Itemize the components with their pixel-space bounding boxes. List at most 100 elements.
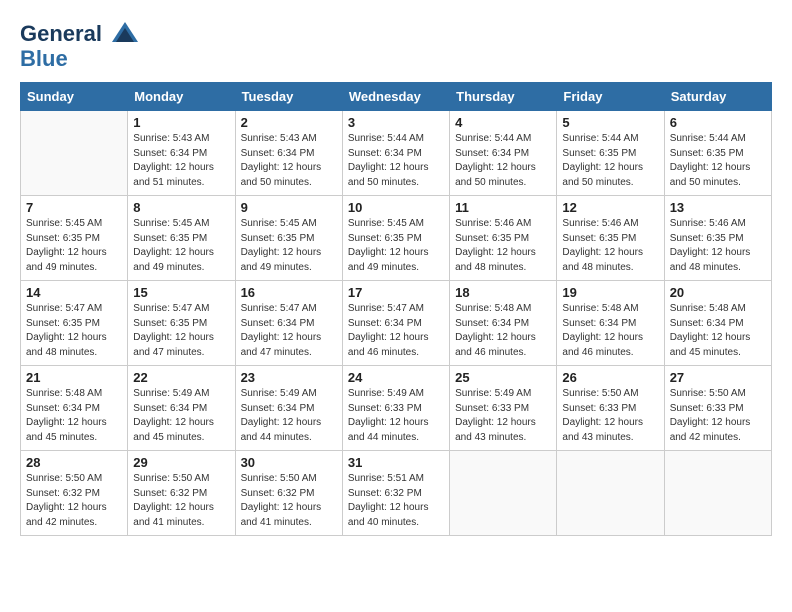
calendar-day-14: 14 Sunrise: 5:47 AM Sunset: 6:35 PM Dayli…: [21, 281, 128, 366]
day-number: 8: [133, 200, 229, 215]
weekday-header-wednesday: Wednesday: [342, 83, 449, 111]
week-row-3: 14 Sunrise: 5:47 AM Sunset: 6:35 PM Dayli…: [21, 281, 772, 366]
calendar-day-3: 3 Sunrise: 5:44 AM Sunset: 6:34 PM Daylig…: [342, 111, 449, 196]
day-number: 5: [562, 115, 658, 130]
day-info: Sunrise: 5:47 AM Sunset: 6:34 PM Dayligh…: [348, 302, 444, 360]
day-number: 3: [348, 115, 444, 130]
day-info: Sunrise: 5:46 AM Sunset: 6:35 PM Dayligh…: [670, 217, 766, 275]
day-number: 4: [455, 115, 551, 130]
calendar-day-31: 31Sunrise: 5:51 AM Sunset: 6:32 PM Dayli…: [342, 451, 449, 536]
day-number: 16: [241, 285, 337, 300]
day-number: 6: [670, 115, 766, 130]
day-info: Sunrise: 5:49 AM Sunset: 6:33 PM Dayligh…: [348, 387, 444, 445]
calendar-empty: [664, 451, 771, 536]
calendar-empty: [450, 451, 557, 536]
day-number: 14: [26, 285, 122, 300]
day-info: Sunrise: 5:49 AM Sunset: 6:34 PM Dayligh…: [133, 387, 229, 445]
weekday-header-monday: Monday: [128, 83, 235, 111]
day-number: 10: [348, 200, 444, 215]
day-number: 27: [670, 370, 766, 385]
day-number: 21: [26, 370, 122, 385]
calendar-day-17: 17 Sunrise: 5:47 AM Sunset: 6:34 PM Dayli…: [342, 281, 449, 366]
calendar-day-21: 21 Sunrise: 5:48 AM Sunset: 6:34 PM Dayli…: [21, 366, 128, 451]
calendar-day-4: 4 Sunrise: 5:44 AM Sunset: 6:34 PM Daylig…: [450, 111, 557, 196]
day-info: Sunrise: 5:44 AM Sunset: 6:35 PM Dayligh…: [562, 132, 658, 190]
calendar-day-16: 16 Sunrise: 5:47 AM Sunset: 6:34 PM Dayli…: [235, 281, 342, 366]
calendar-day-6: 6Sunrise: 5:44 AM Sunset: 6:35 PM Daylig…: [664, 111, 771, 196]
calendar-day-2: 2 Sunrise: 5:43 AM Sunset: 6:34 PM Daylig…: [235, 111, 342, 196]
week-row-4: 21 Sunrise: 5:48 AM Sunset: 6:34 PM Dayli…: [21, 366, 772, 451]
day-info: Sunrise: 5:47 AM Sunset: 6:35 PM Dayligh…: [133, 302, 229, 360]
day-info: Sunrise: 5:46 AM Sunset: 6:35 PM Dayligh…: [455, 217, 551, 275]
day-info: Sunrise: 5:45 AM Sunset: 6:35 PM Dayligh…: [241, 217, 337, 275]
day-number: 15: [133, 285, 229, 300]
calendar-day-13: 13 Sunrise: 5:46 AM Sunset: 6:35 PM Dayli…: [664, 196, 771, 281]
day-number: 1: [133, 115, 229, 130]
week-row-1: 1 Sunrise: 5:43 AM Sunset: 6:34 PM Daylig…: [21, 111, 772, 196]
calendar-day-9: 9 Sunrise: 5:45 AM Sunset: 6:35 PM Daylig…: [235, 196, 342, 281]
calendar-day-27: 27 Sunrise: 5:50 AM Sunset: 6:33 PM Dayli…: [664, 366, 771, 451]
calendar-day-24: 24 Sunrise: 5:49 AM Sunset: 6:33 PM Dayli…: [342, 366, 449, 451]
day-number: 18: [455, 285, 551, 300]
day-number: 23: [241, 370, 337, 385]
calendar-day-10: 10 Sunrise: 5:45 AM Sunset: 6:35 PM Dayli…: [342, 196, 449, 281]
day-info: Sunrise: 5:50 AM Sunset: 6:32 PM Dayligh…: [241, 472, 337, 530]
day-info: Sunrise: 5:48 AM Sunset: 6:34 PM Dayligh…: [26, 387, 122, 445]
day-number: 22: [133, 370, 229, 385]
calendar-table: SundayMondayTuesdayWednesdayThursdayFrid…: [20, 82, 772, 536]
calendar-day-1: 1 Sunrise: 5:43 AM Sunset: 6:34 PM Daylig…: [128, 111, 235, 196]
day-info: Sunrise: 5:45 AM Sunset: 6:35 PM Dayligh…: [348, 217, 444, 275]
day-number: 13: [670, 200, 766, 215]
calendar-day-23: 23Sunrise: 5:49 AM Sunset: 6:34 PM Dayli…: [235, 366, 342, 451]
day-info: Sunrise: 5:43 AM Sunset: 6:34 PM Dayligh…: [241, 132, 337, 190]
calendar-day-26: 26 Sunrise: 5:50 AM Sunset: 6:33 PM Dayli…: [557, 366, 664, 451]
logo: General Blue: [20, 20, 140, 72]
calendar-day-5: 5 Sunrise: 5:44 AM Sunset: 6:35 PM Daylig…: [557, 111, 664, 196]
calendar-day-22: 22 Sunrise: 5:49 AM Sunset: 6:34 PM Dayli…: [128, 366, 235, 451]
day-number: 11: [455, 200, 551, 215]
calendar-empty: [557, 451, 664, 536]
day-info: Sunrise: 5:46 AM Sunset: 6:35 PM Dayligh…: [562, 217, 658, 275]
day-info: Sunrise: 5:49 AM Sunset: 6:33 PM Dayligh…: [455, 387, 551, 445]
calendar-day-7: 7 Sunrise: 5:45 AM Sunset: 6:35 PM Daylig…: [21, 196, 128, 281]
calendar-day-29: 29 Sunrise: 5:50 AM Sunset: 6:32 PM Dayli…: [128, 451, 235, 536]
day-info: Sunrise: 5:48 AM Sunset: 6:34 PM Dayligh…: [562, 302, 658, 360]
calendar-day-30: 30Sunrise: 5:50 AM Sunset: 6:32 PM Dayli…: [235, 451, 342, 536]
calendar-day-25: 25Sunrise: 5:49 AM Sunset: 6:33 PM Dayli…: [450, 366, 557, 451]
weekday-header-tuesday: Tuesday: [235, 83, 342, 111]
day-info: Sunrise: 5:47 AM Sunset: 6:35 PM Dayligh…: [26, 302, 122, 360]
calendar-day-12: 12 Sunrise: 5:46 AM Sunset: 6:35 PM Dayli…: [557, 196, 664, 281]
day-info: Sunrise: 5:48 AM Sunset: 6:34 PM Dayligh…: [455, 302, 551, 360]
weekday-header-sunday: Sunday: [21, 83, 128, 111]
day-number: 26: [562, 370, 658, 385]
calendar-header-row: SundayMondayTuesdayWednesdayThursdayFrid…: [21, 83, 772, 111]
day-number: 20: [670, 285, 766, 300]
calendar-day-8: 8 Sunrise: 5:45 AM Sunset: 6:35 PM Daylig…: [128, 196, 235, 281]
day-number: 12: [562, 200, 658, 215]
day-info: Sunrise: 5:44 AM Sunset: 6:34 PM Dayligh…: [455, 132, 551, 190]
day-number: 17: [348, 285, 444, 300]
calendar-day-20: 20Sunrise: 5:48 AM Sunset: 6:34 PM Dayli…: [664, 281, 771, 366]
day-info: Sunrise: 5:47 AM Sunset: 6:34 PM Dayligh…: [241, 302, 337, 360]
weekday-header-thursday: Thursday: [450, 83, 557, 111]
calendar-day-28: 28Sunrise: 5:50 AM Sunset: 6:32 PM Dayli…: [21, 451, 128, 536]
day-info: Sunrise: 5:50 AM Sunset: 6:32 PM Dayligh…: [133, 472, 229, 530]
day-number: 29: [133, 455, 229, 470]
weekday-header-saturday: Saturday: [664, 83, 771, 111]
day-info: Sunrise: 5:43 AM Sunset: 6:34 PM Dayligh…: [133, 132, 229, 190]
day-info: Sunrise: 5:50 AM Sunset: 6:32 PM Dayligh…: [26, 472, 122, 530]
week-row-5: 28Sunrise: 5:50 AM Sunset: 6:32 PM Dayli…: [21, 451, 772, 536]
day-number: 2: [241, 115, 337, 130]
week-row-2: 7 Sunrise: 5:45 AM Sunset: 6:35 PM Daylig…: [21, 196, 772, 281]
calendar-empty: [21, 111, 128, 196]
day-number: 7: [26, 200, 122, 215]
day-number: 24: [348, 370, 444, 385]
day-info: Sunrise: 5:45 AM Sunset: 6:35 PM Dayligh…: [133, 217, 229, 275]
day-info: Sunrise: 5:44 AM Sunset: 6:34 PM Dayligh…: [348, 132, 444, 190]
calendar-day-15: 15 Sunrise: 5:47 AM Sunset: 6:35 PM Dayli…: [128, 281, 235, 366]
calendar-day-18: 18 Sunrise: 5:48 AM Sunset: 6:34 PM Dayli…: [450, 281, 557, 366]
day-info: Sunrise: 5:50 AM Sunset: 6:33 PM Dayligh…: [670, 387, 766, 445]
day-info: Sunrise: 5:45 AM Sunset: 6:35 PM Dayligh…: [26, 217, 122, 275]
day-info: Sunrise: 5:50 AM Sunset: 6:33 PM Dayligh…: [562, 387, 658, 445]
day-number: 9: [241, 200, 337, 215]
